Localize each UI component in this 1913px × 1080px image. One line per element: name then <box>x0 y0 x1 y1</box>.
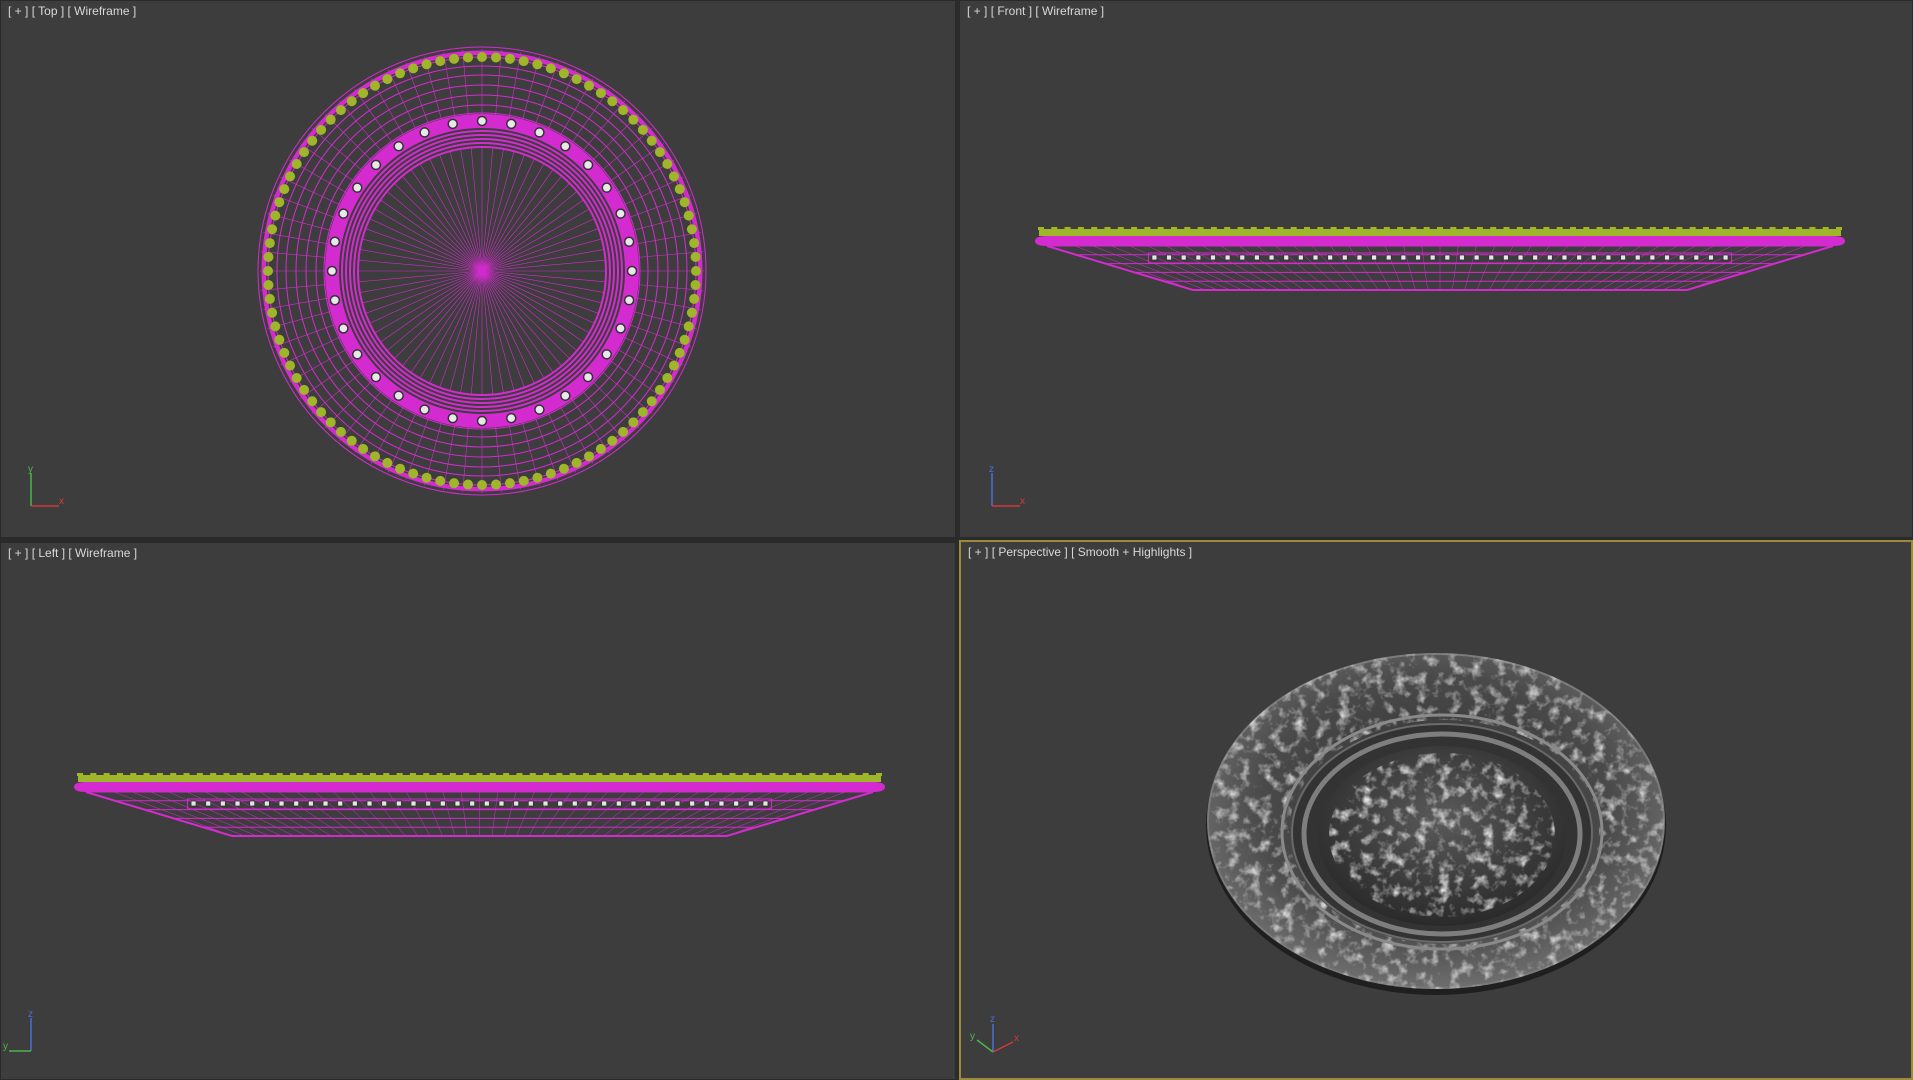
front-wireframe-plate: z x <box>989 227 1845 507</box>
axis-tripod-icon: y x <box>28 464 64 507</box>
axis-z-label: z <box>28 1009 33 1020</box>
axis-z-label: z <box>990 1014 995 1025</box>
viewport-top[interactable]: [ + ] [ Top ] [ Wireframe ] y x <box>0 0 956 538</box>
axis-z-label: z <box>989 464 994 475</box>
axis-x-label: x <box>1020 496 1025 507</box>
axis-y-label: y <box>28 464 33 475</box>
viewport-front[interactable]: [ + ] [ Front ] [ Wireframe ] z x <box>959 0 1913 538</box>
axis-tripod-icon: z y <box>3 1009 33 1052</box>
plate-model[interactable] <box>1201 642 1681 1002</box>
viewport-perspective[interactable]: [ + ] [ Perspective ] [ Smooth + Highlig… <box>959 540 1913 1080</box>
axis-x-label: x <box>1014 1033 1019 1044</box>
axis-y-label: y <box>3 1041 8 1052</box>
axis-tripod-icon: z y x <box>970 1014 1019 1053</box>
perspective-shaded-plate: z y x <box>970 642 1681 1053</box>
axis-y-label: y <box>970 1031 975 1042</box>
axis-tripod-icon: z x <box>989 464 1025 507</box>
axis-x-label: x <box>59 496 64 507</box>
left-wireframe-plate: z y <box>3 773 885 1052</box>
top-wireframe-plate: y x <box>28 46 707 507</box>
viewport-left[interactable]: [ + ] [ Left ] [ Wireframe ] z y <box>0 542 956 1080</box>
